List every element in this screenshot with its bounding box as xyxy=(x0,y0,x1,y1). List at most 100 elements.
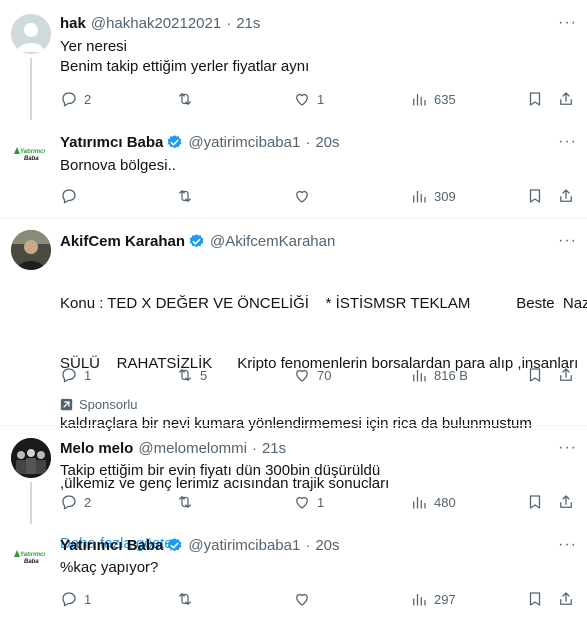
share-button[interactable] xyxy=(557,366,575,384)
tweet-text: Takip ettiğim bir evin fiyatı dün 300bin… xyxy=(60,461,380,481)
bookmark-button[interactable] xyxy=(526,493,544,511)
tweet-text-line: Bornova bölgesi.. xyxy=(60,157,176,174)
promoted-icon xyxy=(60,398,73,411)
display-name[interactable]: Yatırımcı Baba xyxy=(60,134,163,151)
tweet-yatirimci-baba-2[interactable]: Yatırımcı Baba Yatırımcı Baba @yatirimci… xyxy=(0,524,587,627)
handle[interactable]: @hakhak20212021 xyxy=(91,15,221,32)
like-button[interactable]: 1 xyxy=(293,493,324,511)
profile-photo-icon xyxy=(11,438,51,478)
retweet-button[interactable] xyxy=(176,493,200,511)
yatirimci-baba-logo-icon: Yatırımcı Baba xyxy=(11,132,51,172)
reply-button[interactable]: 2 xyxy=(60,90,91,108)
display-name[interactable]: hak xyxy=(60,15,86,32)
retweet-button[interactable] xyxy=(176,90,200,108)
handle[interactable]: @yatirimcibaba1 xyxy=(188,134,300,151)
more-options-icon[interactable]: ··· xyxy=(558,232,577,250)
retweet-button[interactable]: 5 xyxy=(176,366,207,384)
bar-chart-icon xyxy=(413,93,426,106)
avatar[interactable]: Yatırımcı Baba xyxy=(11,132,51,172)
like-button[interactable]: 70 xyxy=(293,366,331,384)
tweet-akifcem-karahan[interactable]: AkifCem Karahan @AkifcemKarahan ··· Konu… xyxy=(0,219,587,552)
tweet-yatirimci-baba[interactable]: Yatırımcı Baba Yatırımcı Baba @yatirimci… xyxy=(0,120,587,218)
reply-button[interactable]: 1 xyxy=(60,366,91,384)
reply-icon xyxy=(62,495,76,510)
tweet-melo-melo[interactable]: Melo melo @melomelommi · 21s ··· Takip e… xyxy=(0,426,587,524)
svg-text:Baba: Baba xyxy=(24,156,39,162)
profile-photo-icon xyxy=(11,230,51,270)
like-button[interactable]: 1 xyxy=(293,90,324,108)
reply-button[interactable] xyxy=(60,187,84,205)
bookmark-icon xyxy=(529,92,541,106)
handle[interactable]: @melomelommi xyxy=(138,440,247,457)
tweet-hak[interactable]: hak @hakhak20212021 · 21s ··· Yer neresi… xyxy=(0,0,587,120)
share-button[interactable] xyxy=(557,493,575,511)
bookmark-button[interactable] xyxy=(526,187,544,205)
share-button[interactable] xyxy=(557,590,575,608)
verified-badge-icon xyxy=(168,135,182,149)
more-options-icon[interactable]: ··· xyxy=(558,536,577,554)
timestamp[interactable]: 20s xyxy=(315,537,339,554)
more-options-icon[interactable]: ··· xyxy=(558,439,577,457)
action-bar: 2 1 635 xyxy=(60,90,580,110)
display-name[interactable]: Yatırımcı Baba xyxy=(60,537,163,554)
timestamp[interactable]: 20s xyxy=(315,134,339,151)
tweet-header: AkifCem Karahan @AkifcemKarahan xyxy=(60,233,335,250)
timestamp[interactable]: 21s xyxy=(236,15,260,32)
bar-chart-icon xyxy=(413,190,426,203)
avatar[interactable]: Yatırımcı Baba xyxy=(11,535,51,575)
reply-button[interactable]: 2 xyxy=(60,493,91,511)
views-button[interactable]: 309 xyxy=(410,187,456,205)
share-icon xyxy=(560,92,572,105)
yatirimci-baba-logo-icon: Yatırımcı Baba xyxy=(11,535,51,575)
bookmark-icon xyxy=(529,495,541,509)
tweet-text-line: Konu : TED X DEĞER VE ÖNCELİĞİ * İSTİSMS… xyxy=(60,295,587,312)
avatar[interactable] xyxy=(11,14,51,54)
share-icon xyxy=(560,368,572,381)
views-button[interactable]: 480 xyxy=(410,493,456,511)
bar-chart-icon xyxy=(413,593,426,606)
reply-count: 1 xyxy=(84,591,92,607)
avatar[interactable] xyxy=(11,230,51,270)
bookmark-button[interactable] xyxy=(526,90,544,108)
tweet-text: %kaç yapıyor? xyxy=(60,558,158,578)
more-options-icon[interactable]: ··· xyxy=(558,14,577,32)
heart-icon xyxy=(296,369,308,382)
share-icon xyxy=(560,189,572,202)
share-button[interactable] xyxy=(557,90,575,108)
like-button[interactable] xyxy=(293,590,317,608)
view-count: 816 B xyxy=(434,367,468,383)
share-icon xyxy=(560,592,572,605)
views-button[interactable]: 635 xyxy=(410,90,456,108)
retweet-button[interactable] xyxy=(176,187,200,205)
bookmark-button[interactable] xyxy=(526,590,544,608)
avatar[interactable] xyxy=(11,438,51,478)
heart-icon xyxy=(296,190,308,203)
display-name[interactable]: AkifCem Karahan xyxy=(60,233,185,250)
bookmark-button[interactable] xyxy=(526,366,544,384)
reply-button[interactable]: 1 xyxy=(60,590,91,608)
tweet-text-line: %kaç yapıyor? xyxy=(60,559,159,576)
action-bar: 309 xyxy=(60,187,580,207)
svg-text:Yatırımcı: Yatırımcı xyxy=(20,149,45,155)
separator: · xyxy=(305,537,311,554)
handle[interactable]: @yatirimcibaba1 xyxy=(188,537,300,554)
timestamp[interactable]: 21s xyxy=(262,440,286,457)
like-count: 70 xyxy=(317,367,332,383)
verified-badge-icon xyxy=(189,234,204,248)
share-button[interactable] xyxy=(557,187,575,205)
reply-icon xyxy=(62,92,76,107)
display-name[interactable]: Melo melo xyxy=(60,440,133,457)
views-button[interactable]: 297 xyxy=(410,590,456,608)
handle[interactable]: @AkifcemKarahan xyxy=(210,233,335,250)
retweet-button[interactable] xyxy=(176,590,200,608)
heart-icon xyxy=(296,593,308,606)
like-button[interactable] xyxy=(293,187,317,205)
sponsored-text: Sponsorlu xyxy=(79,397,138,412)
bar-chart-icon xyxy=(413,369,426,382)
separator: · xyxy=(305,134,311,151)
bookmark-icon xyxy=(529,189,541,203)
views-button[interactable]: 816 B xyxy=(410,366,468,384)
separator: · xyxy=(226,15,232,32)
sponsored-label: Sponsorlu xyxy=(60,397,138,412)
more-options-icon[interactable]: ··· xyxy=(558,133,577,151)
